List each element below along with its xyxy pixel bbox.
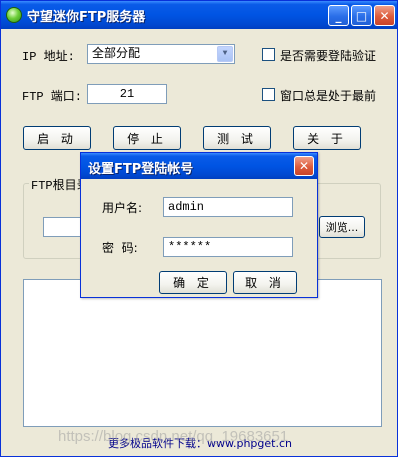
minimize-button[interactable]: _ — [328, 5, 349, 26]
browse-button[interactable]: 浏览... — [319, 216, 365, 238]
dialog-title: 设置FTP登陆帐号 — [88, 162, 194, 177]
chevron-down-icon[interactable]: ▼ — [217, 46, 233, 62]
password-label: 密 码: — [102, 241, 138, 255]
ip-select-value: 全部分配 — [92, 47, 141, 61]
always-on-top-label: 窗口总是处于最前 — [280, 89, 377, 103]
ip-select[interactable]: 全部分配 ▼ — [87, 44, 235, 64]
cancel-button[interactable]: 取 消 — [233, 271, 297, 294]
test-button[interactable]: 测 试 — [203, 126, 271, 150]
port-label: FTP 端口: — [22, 90, 83, 104]
close-button[interactable]: ✕ — [374, 5, 395, 26]
log-textarea[interactable] — [23, 279, 382, 427]
maximize-icon: □ — [355, 8, 368, 23]
dialog-title-bar[interactable]: 设置FTP登陆帐号 ✕ — [81, 153, 317, 179]
ip-label: IP 地址: — [22, 50, 75, 64]
ok-button[interactable]: 确 定 — [159, 271, 227, 294]
minimize-icon: _ — [335, 8, 342, 23]
maximize-button[interactable]: □ — [351, 5, 372, 26]
start-button[interactable]: 启 动 — [23, 126, 91, 150]
username-label: 用户名: — [102, 201, 143, 215]
login-dialog: 设置FTP登陆帐号 ✕ 用户名: admin 密 码: ****** 确 定 取… — [80, 152, 318, 298]
close-icon: ✕ — [298, 159, 310, 173]
close-icon: ✕ — [379, 8, 390, 23]
stop-button[interactable]: 停 止 — [113, 126, 181, 150]
require-login-label: 是否需要登陆验证 — [280, 49, 377, 63]
window-title: 守望迷你FTP服务器 — [27, 10, 146, 25]
watermark-text: https://blog.csdn.net/qq_19683651 — [58, 428, 289, 445]
app-icon — [6, 7, 22, 23]
port-input[interactable]: 21 — [87, 84, 167, 104]
username-input[interactable]: admin — [163, 197, 293, 217]
password-input[interactable]: ****** — [163, 237, 293, 257]
require-login-checkbox[interactable] — [262, 48, 275, 61]
title-bar[interactable]: 守望迷你FTP服务器 _ □ ✕ — [1, 1, 397, 29]
always-on-top-checkbox[interactable] — [262, 88, 275, 101]
about-button[interactable]: 关 于 — [293, 126, 361, 150]
dialog-close-button[interactable]: ✕ — [294, 156, 314, 176]
